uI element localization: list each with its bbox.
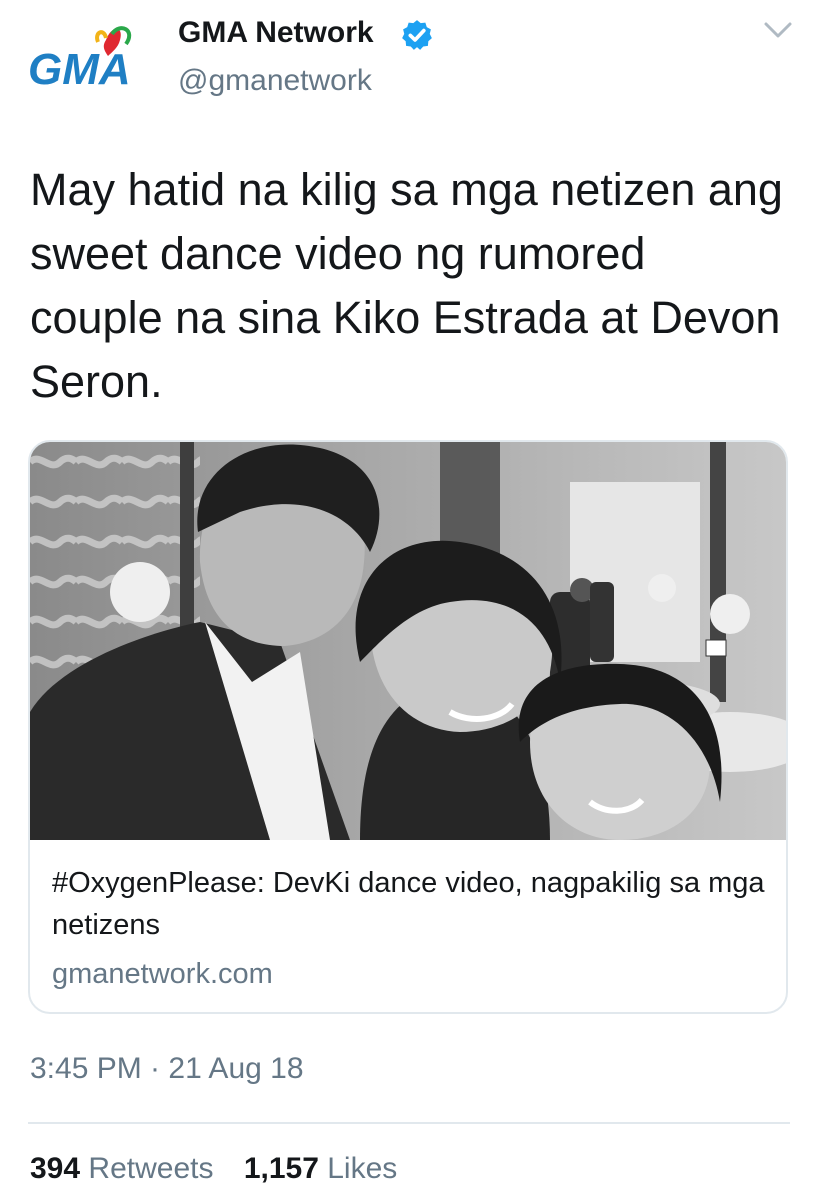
author-handle[interactable]: @gmanetwork — [178, 64, 372, 98]
svg-text:GMA: GMA — [28, 45, 131, 94]
likes-count: 1,157 — [243, 1152, 319, 1185]
card-title: #OxygenPlease: DevKi dance video, nagpak… — [52, 867, 765, 941]
card-domain: gmanetwork.com — [52, 958, 273, 990]
retweets-stat[interactable]: 394 Retweets — [30, 1152, 213, 1186]
likes-stat[interactable]: 1,157 Likes — [244, 1152, 397, 1186]
retweets-count: 394 — [30, 1152, 81, 1185]
divider — [28, 1122, 790, 1124]
retweets-label: Retweets — [88, 1152, 214, 1185]
tweet-header: GMA GMA Network @gmanetwork — [0, 0, 817, 120]
tweet-timestamp[interactable]: 3:45 PM · 21 Aug 18 — [30, 1052, 304, 1086]
card-photo — [30, 442, 786, 840]
verified-badge-icon — [402, 20, 432, 50]
link-preview-card[interactable]: #OxygenPlease: DevKi dance video, nagpak… — [28, 440, 788, 1014]
tweet-text: May hatid na kilig sa mga netizen ang sw… — [30, 164, 783, 407]
chevron-down-icon[interactable] — [760, 16, 796, 44]
likes-label: Likes — [327, 1152, 398, 1185]
gma-logo-icon: GMA — [28, 26, 132, 94]
author-display-name[interactable]: GMA Network — [178, 16, 374, 50]
gma-logo-avatar[interactable]: GMA — [28, 22, 140, 100]
tweet-stats: 394 Retweets 1,157 Likes — [30, 1152, 419, 1186]
